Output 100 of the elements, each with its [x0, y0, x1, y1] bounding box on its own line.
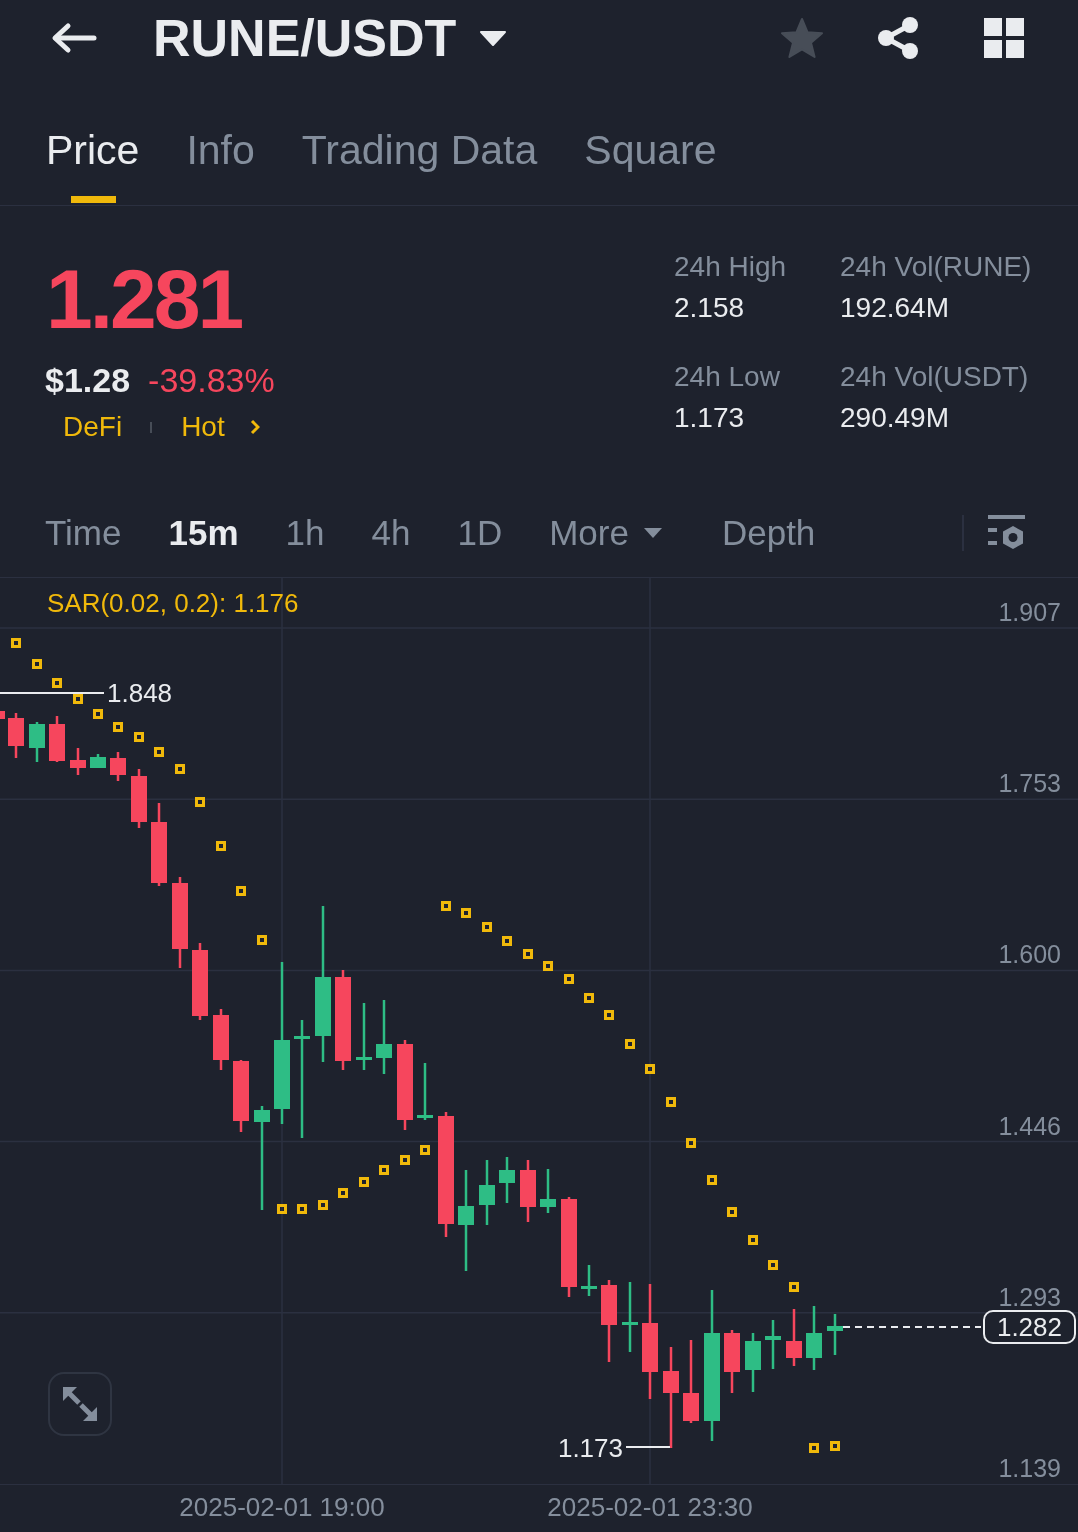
interval-tab[interactable]: 15m	[168, 512, 239, 554]
sar-marker-icon	[11, 638, 21, 648]
sar-marker-icon	[32, 659, 42, 669]
high-price-label: 1.848	[107, 679, 173, 707]
price-axis-label: 1.600	[998, 942, 1061, 967]
stat-label: 24h Vol(USDT)	[840, 360, 1030, 394]
sar-marker-icon	[584, 993, 594, 1003]
interval-tab[interactable]: 1h	[285, 512, 325, 554]
candlestick	[479, 1160, 495, 1225]
tag-link[interactable]: DeFi	[63, 410, 123, 444]
candlestick	[520, 1160, 536, 1222]
expand-button[interactable]	[48, 1372, 112, 1436]
candlestick	[8, 713, 24, 758]
price-axis-label: 1.446	[998, 1113, 1061, 1138]
time-axis-label: 2025-02-01 19:00	[179, 1492, 385, 1522]
candlestick	[499, 1157, 515, 1203]
sar-marker-icon	[338, 1188, 348, 1198]
sar-marker-icon	[297, 1204, 307, 1214]
sar-marker-icon	[52, 678, 62, 688]
sar-marker-icon	[727, 1207, 737, 1217]
price-change: -39.83%	[148, 360, 275, 400]
sar-marker-icon	[195, 797, 205, 807]
candlestick	[90, 754, 106, 768]
interval-tab[interactable]: 4h	[371, 512, 411, 554]
sar-marker-icon	[400, 1155, 410, 1165]
sar-marker-icon	[379, 1165, 389, 1175]
stat-value: 192.64M	[840, 291, 950, 325]
price-axis-label: 1.753	[998, 771, 1061, 796]
sar-marker-icon	[154, 747, 164, 757]
interval-tab[interactable]: Time	[45, 512, 122, 554]
star-icon[interactable]	[780, 17, 824, 59]
pair-selector[interactable]: RUNE/USDT	[153, 12, 507, 64]
sar-marker-icon	[113, 722, 123, 732]
sar-marker-icon	[789, 1282, 799, 1292]
candlestick	[110, 752, 126, 781]
sar-marker-icon	[502, 936, 512, 946]
tab[interactable]: Price	[46, 126, 140, 203]
sar-marker-icon	[257, 935, 267, 945]
tag-link[interactable]: Hot	[181, 410, 225, 444]
indicator-label: SAR(0.02, 0.2): 1.176	[47, 588, 299, 618]
candlestick	[622, 1282, 638, 1352]
candlestick	[233, 1060, 249, 1132]
candlestick	[540, 1169, 556, 1213]
candlestick	[29, 722, 45, 762]
low-price-label: 1.173	[557, 1434, 623, 1462]
candlestick	[581, 1265, 597, 1296]
sar-marker-icon	[830, 1441, 840, 1451]
view-tab[interactable]: Depth	[721, 512, 816, 554]
sar-marker-icon	[73, 694, 83, 704]
back-arrow-icon[interactable]	[50, 22, 97, 54]
sar-marker-icon	[707, 1175, 717, 1185]
caret-down-icon	[642, 527, 663, 539]
last-price-tag: 1.282	[982, 1310, 1076, 1344]
stat-value: 2.158	[674, 291, 746, 325]
sar-marker-icon	[686, 1138, 696, 1148]
sar-marker-icon	[359, 1177, 369, 1187]
candlestick	[49, 716, 65, 762]
sar-marker-icon	[564, 974, 574, 984]
stat-label: 24h High	[674, 250, 788, 284]
sar-marker-icon	[420, 1145, 430, 1155]
price-axis-label: 1.139	[998, 1456, 1061, 1480]
sar-marker-icon	[604, 1010, 614, 1020]
share-icon[interactable]	[876, 16, 920, 60]
expand-icon	[62, 1386, 98, 1422]
sar-marker-icon	[175, 764, 185, 774]
sar-marker-icon	[236, 886, 246, 896]
leader-line	[625, 1446, 671, 1448]
candlestick	[70, 748, 86, 775]
chart-settings-icon[interactable]	[988, 515, 1025, 551]
stat-label: 24h Vol(RUNE)	[840, 250, 1033, 284]
tab[interactable]: Trading Data	[301, 126, 538, 203]
candlestick	[745, 1333, 761, 1392]
grid-icon[interactable]	[984, 18, 1024, 58]
candlestick	[786, 1309, 802, 1366]
tab[interactable]: Square	[584, 126, 717, 203]
chevron-right-icon[interactable]	[249, 419, 260, 435]
sar-marker-icon	[216, 841, 226, 851]
tab[interactable]: Info	[186, 126, 255, 203]
sar-marker-icon	[666, 1097, 676, 1107]
sar-marker-icon	[809, 1443, 819, 1453]
candlestick	[0, 711, 5, 719]
candlestick	[131, 769, 147, 828]
sar-marker-icon	[543, 961, 553, 971]
last-price: 1.281	[46, 257, 242, 341]
stat-value: 290.49M	[840, 401, 950, 435]
price-axis-label: 1.293	[998, 1284, 1061, 1309]
fiat-price: $1.28	[45, 360, 131, 400]
sar-marker-icon	[645, 1064, 655, 1074]
stat-label: 24h Low	[674, 360, 781, 394]
price-axis-label: 1.907	[998, 600, 1061, 624]
sar-marker-icon	[277, 1204, 287, 1214]
candlestick	[417, 1063, 433, 1120]
more-dropdown[interactable]: More	[549, 512, 663, 554]
candlestick	[356, 1003, 372, 1070]
interval-tab[interactable]: 1D	[457, 512, 503, 554]
sar-marker-icon	[748, 1235, 758, 1245]
sar-marker-icon	[482, 922, 492, 932]
sar-marker-icon	[461, 908, 471, 918]
sar-marker-icon	[93, 709, 103, 719]
caret-down-icon	[480, 30, 507, 46]
